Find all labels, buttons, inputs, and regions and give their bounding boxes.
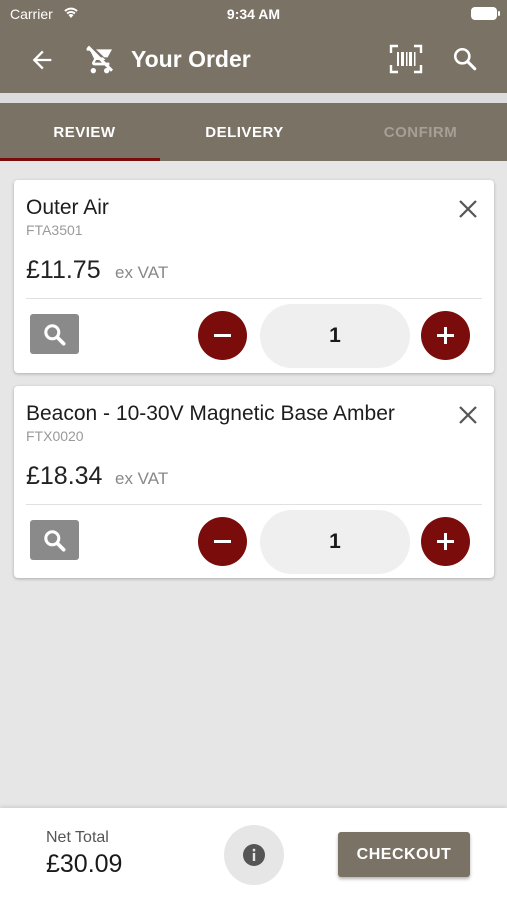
- top-bar: Carrier 9:34 AM Your Order: [0, 0, 507, 93]
- search-icon[interactable]: [452, 46, 478, 72]
- increase-quantity-button[interactable]: [421, 311, 470, 360]
- search-icon: [44, 530, 66, 552]
- minus-icon: [214, 334, 231, 337]
- card-divider: [26, 298, 482, 299]
- status-bar: Carrier 9:34 AM: [0, 0, 507, 28]
- info-icon: [243, 844, 265, 866]
- plus-icon: [437, 327, 454, 344]
- item-vat-label: ex VAT: [115, 263, 169, 282]
- barcode-scan-icon[interactable]: [389, 44, 423, 74]
- status-time: 9:34 AM: [226, 6, 281, 22]
- item-vat-label: ex VAT: [115, 469, 169, 488]
- back-arrow-icon[interactable]: [28, 46, 56, 74]
- card-divider: [26, 504, 482, 505]
- order-item-card: Outer Air FTA3501 £11.75 ex VAT 1: [14, 180, 494, 373]
- plus-icon: [437, 533, 454, 550]
- decrease-quantity-button[interactable]: [198, 311, 247, 360]
- decrease-quantity-button[interactable]: [198, 517, 247, 566]
- minus-icon: [214, 540, 231, 543]
- item-name: Beacon - 10-30V Magnetic Base Amber: [26, 402, 395, 425]
- page-title: Your Order: [131, 46, 251, 72]
- order-footer: Net Total £30.09 CHECKOUT: [0, 808, 507, 900]
- tab-confirm[interactable]: CONFIRM: [336, 103, 505, 161]
- battery-icon: [471, 7, 500, 20]
- search-icon: [44, 324, 66, 346]
- checkout-button[interactable]: CHECKOUT: [338, 832, 470, 877]
- increase-quantity-button[interactable]: [421, 517, 470, 566]
- remove-item-icon[interactable]: [457, 404, 479, 426]
- item-code: FTA3501: [26, 222, 83, 238]
- item-name: Outer Air: [26, 196, 109, 219]
- order-item-card: Beacon - 10-30V Magnetic Base Amber FTX0…: [14, 386, 494, 578]
- quantity-field[interactable]: 1: [260, 510, 410, 574]
- header-divider: [0, 93, 507, 103]
- quantity-field[interactable]: 1: [260, 304, 410, 368]
- item-code: FTX0020: [26, 428, 84, 444]
- item-price: £11.75: [26, 256, 101, 284]
- cart-off-icon: [86, 45, 114, 74]
- net-total-value: £30.09: [46, 850, 123, 878]
- info-button[interactable]: [224, 825, 284, 885]
- item-details-button[interactable]: [30, 520, 79, 560]
- tab-delivery[interactable]: DELIVERY: [160, 103, 329, 161]
- tab-bar: REVIEW DELIVERY CONFIRM: [0, 103, 507, 161]
- tab-review[interactable]: REVIEW: [0, 103, 169, 161]
- remove-item-icon[interactable]: [457, 198, 479, 220]
- item-price: £18.34: [26, 462, 103, 490]
- item-details-button[interactable]: [30, 314, 79, 354]
- active-tab-indicator: [0, 158, 160, 161]
- net-total-label: Net Total: [46, 829, 109, 846]
